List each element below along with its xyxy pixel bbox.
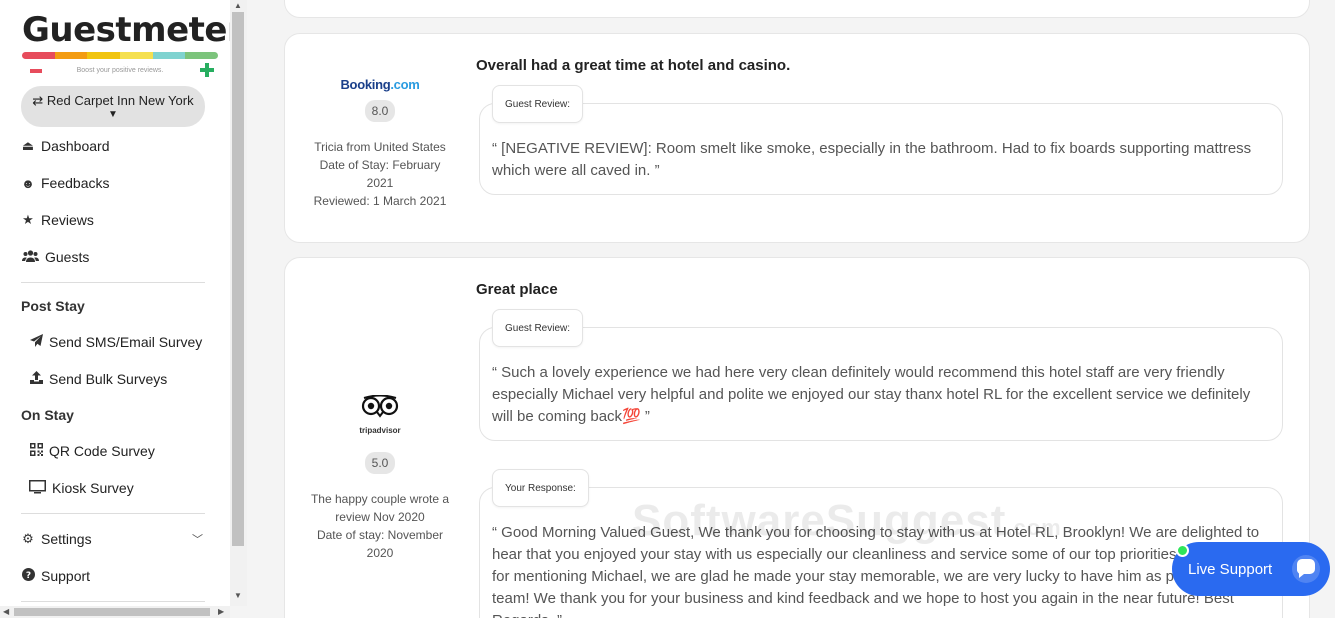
sidebar-item-settings[interactable]: ⚙ Settings (21, 529, 92, 549)
sidebar-item-label: Support (41, 568, 91, 584)
brand-color-bar (22, 52, 218, 59)
sidebar-vertical-scrollbar[interactable]: ▲ ▼ (230, 0, 247, 606)
guest-review-text: “ Such a lovely experience we had here v… (492, 364, 1251, 425)
scroll-right-icon[interactable]: ▶ (218, 607, 224, 616)
guest-review-box: “ Such a lovely experience we had here v… (479, 327, 1283, 441)
guest-review-box: “ [NEGATIVE REVIEW]: Room smelt like smo… (479, 103, 1283, 195)
review-title: Overall had a great time at hotel and ca… (476, 57, 791, 74)
review-meta-line: The happy couple wrote a review Nov 2020 (310, 492, 450, 524)
review-meta-line: Reviewed: 1 March 2021 (313, 194, 447, 208)
watermark-suffix: .com (1006, 515, 1062, 540)
review-card: Booking.com 8.0 Tricia from United State… (284, 33, 1310, 243)
sidebar-item-kiosk-survey[interactable]: Kiosk Survey (29, 478, 134, 498)
brand-logo[interactable]: Guestmeter Boost your positive reviews. (22, 10, 230, 79)
review-source-column: tripadvisor 5.0 The happy couple wrote a… (285, 394, 475, 562)
review-source-column: Booking.com 8.0 Tricia from United State… (285, 76, 475, 210)
sidebar: Guestmeter Boost your positive reviews. … (0, 0, 230, 606)
users-icon (21, 249, 39, 265)
minus-icon (30, 69, 42, 73)
sidebar-item-support[interactable]: ? Support (21, 566, 90, 586)
hotel-selector[interactable]: ⇄ Red Carpet Inn New York ▼ (21, 86, 205, 127)
live-support-label: Live Support (1188, 560, 1273, 578)
sidebar-item-label: Send Bulk Surveys (49, 371, 168, 387)
star-icon: ★ (22, 212, 34, 227)
score-badge: 8.0 (364, 100, 396, 122)
booking-logo-suffix: .com (390, 77, 420, 92)
tripadvisor-wordmark: tripadvisor (359, 426, 401, 435)
sidebar-divider (21, 513, 205, 514)
brand-tagline: Boost your positive reviews. (76, 67, 164, 74)
svg-text:?: ? (25, 571, 30, 581)
scroll-up-icon[interactable]: ▲ (234, 1, 242, 10)
review-meta-line: Tricia from United States (314, 140, 446, 154)
brand-name: Guestmeter (22, 10, 230, 50)
score-badge: 5.0 (364, 452, 396, 474)
review-meta: The happy couple wrote a review Nov 2020… (285, 490, 475, 562)
qrcode-icon (29, 443, 43, 459)
sidebar-item-send-bulk-surveys[interactable]: Send Bulk Surveys (29, 369, 167, 389)
question-icon: ? (21, 568, 35, 584)
sidebar-item-label: Send SMS/Email Survey (49, 334, 203, 350)
booking-logo: Booking.com (340, 77, 420, 92)
section-post-stay: Post Stay (21, 298, 85, 314)
review-card: tripadvisor 5.0 The happy couple wrote a… (284, 257, 1310, 618)
sidebar-item-label: Feedbacks (41, 175, 110, 191)
section-on-stay: On Stay (21, 407, 74, 423)
scrollbar-thumb[interactable] (232, 12, 244, 546)
live-support-button[interactable]: Live Support (1172, 542, 1330, 596)
guest-review-text: “ [NEGATIVE REVIEW]: Room smelt like smo… (492, 140, 1252, 179)
review-title: Great place (476, 281, 558, 298)
tripadvisor-logo: tripadvisor (285, 394, 475, 436)
chevron-down-icon: ▼ (108, 109, 118, 120)
sidebar-item-guests[interactable]: Guests (21, 247, 89, 267)
sidebar-divider (21, 282, 205, 283)
sidebar-item-dashboard[interactable]: ⏏ Dashboard (21, 136, 110, 156)
owl-icon (361, 394, 399, 418)
upload-icon (29, 371, 43, 387)
gear-icon: ⚙ (22, 531, 34, 546)
sidebar-horizontal-scrollbar[interactable]: ◀ ▶ (0, 606, 230, 618)
sidebar-item-label: Dashboard (41, 138, 110, 154)
scroll-left-icon[interactable]: ◀ (3, 607, 9, 616)
reviews-feed: Booking.com 8.0 Tricia from United State… (247, 0, 1335, 618)
sidebar-item-label: Kiosk Survey (52, 480, 134, 496)
plus-icon (200, 63, 214, 77)
paper-plane-icon (29, 334, 43, 350)
app-window: Guestmeter Boost your positive reviews. … (0, 0, 1335, 618)
sidebar-item-label: Reviews (41, 212, 94, 228)
eject-icon: ⏏ (21, 138, 35, 153)
sidebar-item-label: QR Code Survey (49, 443, 155, 459)
review-meta-line: Date of stay: November 2020 (316, 528, 444, 560)
scrollbar-thumb[interactable] (14, 608, 210, 616)
online-status-dot (1176, 544, 1189, 557)
review-meta-line: Date of Stay: February 2021 (319, 158, 441, 190)
smile-icon: ☻ (21, 175, 35, 191)
scroll-down-icon[interactable]: ▼ (234, 591, 242, 600)
chat-bubble-icon (1292, 555, 1320, 583)
sidebar-item-feedbacks[interactable]: ☻ Feedbacks (21, 173, 109, 193)
review-meta: Tricia from United States Date of Stay: … (285, 138, 475, 210)
watermark-text: SoftwareSuggest (632, 496, 1007, 545)
sidebar-item-qr-code-survey[interactable]: QR Code Survey (29, 441, 155, 461)
brand-tagline-row: Boost your positive reviews. (22, 63, 218, 79)
monitor-icon (29, 479, 46, 497)
guest-review-label: Guest Review: (492, 85, 584, 123)
hotel-selector-label: ⇄ Red Carpet Inn New York (32, 93, 194, 108)
review-card (284, 0, 1310, 18)
sidebar-item-label: Guests (45, 249, 90, 265)
sidebar-item-reviews[interactable]: ★ Reviews (21, 210, 94, 230)
your-response-label: Your Response: (492, 469, 589, 507)
sidebar-item-label: Settings (41, 531, 92, 547)
chevron-down-icon[interactable]: ﹀ (192, 531, 203, 547)
watermark: SoftwareSuggest.com (632, 496, 1062, 546)
sidebar-item-send-sms-email-survey[interactable]: Send SMS/Email Survey (29, 332, 202, 352)
guest-review-label: Guest Review: (492, 309, 584, 347)
sidebar-divider (21, 601, 205, 602)
